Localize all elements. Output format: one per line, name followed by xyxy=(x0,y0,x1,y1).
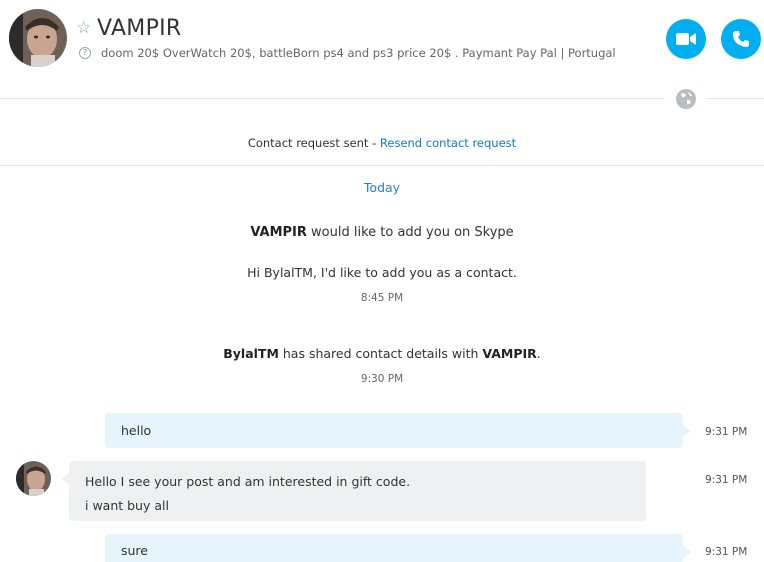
system-text-mid: has shared contact details with xyxy=(278,346,483,361)
date-label: Today xyxy=(363,180,401,195)
system-text-end: . xyxy=(536,346,541,361)
incoming-message[interactable]: Hello I see your post and am interested … xyxy=(61,461,646,521)
video-call-button[interactable] xyxy=(666,19,706,59)
outgoing-message[interactable]: sure xyxy=(105,534,691,562)
system-message-shared-contact: BylalTM has shared contact details with … xyxy=(0,346,764,361)
mood-info-icon: ? xyxy=(79,47,91,59)
bubble-tail xyxy=(683,425,691,437)
system-message-add-request: VAMPIR would like to add you on Skype xyxy=(0,225,764,240)
outgoing-message[interactable]: hello xyxy=(105,413,691,448)
header-divider-right xyxy=(706,98,764,99)
system-name: VAMPIR xyxy=(250,225,307,240)
message-timestamp: 9:31 PM xyxy=(705,546,748,558)
header-divider xyxy=(0,98,665,99)
video-camera-icon xyxy=(676,33,696,45)
sender-avatar[interactable] xyxy=(16,461,51,496)
request-divider xyxy=(0,165,764,166)
system-name-recipient: VAMPIR xyxy=(482,346,537,361)
globe-icon[interactable] xyxy=(675,88,697,110)
contact-avatar[interactable] xyxy=(9,9,67,67)
contact-request-banner: Contact request sent - Resend contact re… xyxy=(0,136,764,150)
audio-call-button[interactable] xyxy=(721,19,761,59)
message-timestamp: 9:31 PM xyxy=(705,426,748,438)
contact-name[interactable]: VAMPIR xyxy=(97,16,182,41)
message-text: i want buy all xyxy=(85,498,169,513)
message-text: hello xyxy=(121,423,152,438)
bubble-tail xyxy=(61,473,69,485)
favorite-star-icon[interactable]: ☆ xyxy=(76,20,91,37)
contact-request-text: Contact request sent - xyxy=(247,136,380,150)
message-timestamp: 9:31 PM xyxy=(705,474,748,486)
system-name-sender: BylalTM xyxy=(223,346,279,361)
system-message-greeting: Hi BylalTM, I'd like to add you as a con… xyxy=(247,265,517,280)
mood-message: doom 20$ OverWatch 20$, battleBorn ps4 a… xyxy=(101,46,616,60)
system-timestamp: 9:30 PM xyxy=(360,373,404,385)
message-text: Hello I see your post and am interested … xyxy=(85,474,411,489)
system-timestamp: 8:45 PM xyxy=(360,292,404,304)
phone-icon xyxy=(733,31,749,47)
message-text: sure xyxy=(121,543,148,558)
resend-request-link[interactable]: Resend contact request xyxy=(380,136,516,150)
bubble-tail xyxy=(683,546,691,558)
system-text: would like to add you on Skype xyxy=(306,225,514,240)
chat-header: ☆ VAMPIR ? doom 20$ OverWatch 20$, battl… xyxy=(0,0,764,98)
